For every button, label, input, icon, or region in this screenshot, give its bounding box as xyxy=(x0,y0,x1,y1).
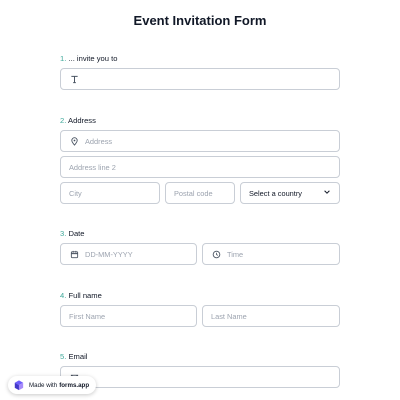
made-with-forms-app-badge[interactable]: Made with forms.app xyxy=(8,376,97,394)
forms-app-logo-icon xyxy=(14,379,24,390)
question-number: 1. xyxy=(60,54,67,63)
invite-text-field[interactable] xyxy=(60,68,340,90)
date-placeholder: DD-MM-YYYY xyxy=(85,249,133,259)
time-input[interactable]: Time xyxy=(202,243,340,265)
city-placeholder: City xyxy=(69,188,82,198)
clock-icon xyxy=(211,249,221,259)
address-line2-placeholder: Address line 2 xyxy=(69,162,116,172)
question-text: ... invite you to xyxy=(68,54,118,63)
text-icon xyxy=(69,74,79,84)
question-label-date: 3. Date xyxy=(60,229,85,238)
first-name-placeholder: First Name xyxy=(69,311,106,321)
badge-text: Made with xyxy=(29,381,58,389)
badge-brand: forms.app xyxy=(59,381,90,389)
form-title: Event Invitation Form xyxy=(133,13,267,28)
address-line1-input[interactable]: Address xyxy=(60,130,340,152)
email-input[interactable] xyxy=(60,366,340,388)
question-label-email: 5. Email xyxy=(60,352,87,361)
last-name-placeholder: Last Name xyxy=(211,311,247,321)
question-label-invite: 1. ... invite you to xyxy=(60,54,117,63)
postal-code-placeholder: Postal code xyxy=(174,188,213,198)
city-input[interactable]: City xyxy=(60,182,160,204)
location-pin-icon xyxy=(69,136,79,146)
time-placeholder: Time xyxy=(227,249,244,259)
first-name-input[interactable]: First Name xyxy=(60,305,197,327)
question-number: 5. xyxy=(60,352,67,361)
question-text: Email xyxy=(68,352,88,361)
question-number: 3. xyxy=(60,229,67,238)
date-input[interactable]: DD-MM-YYYY xyxy=(60,243,197,265)
country-select[interactable]: Select a country xyxy=(240,182,340,204)
address-line1-placeholder: Address xyxy=(85,136,113,146)
question-text: Full name xyxy=(68,291,102,300)
question-label-full-name: 4. Full name xyxy=(60,291,102,300)
country-select-value: Select a country xyxy=(249,188,302,198)
question-label-address: 2. Address xyxy=(60,116,96,125)
last-name-input[interactable]: Last Name xyxy=(202,305,340,327)
question-text: Address xyxy=(68,116,96,125)
postal-code-input[interactable]: Postal code xyxy=(165,182,235,204)
question-number: 4. xyxy=(60,291,67,300)
question-number: 2. xyxy=(60,116,67,125)
question-text: Date xyxy=(68,229,85,238)
calendar-icon xyxy=(69,249,79,259)
address-line2-input[interactable]: Address line 2 xyxy=(60,156,340,178)
chevron-down-icon xyxy=(323,188,331,198)
